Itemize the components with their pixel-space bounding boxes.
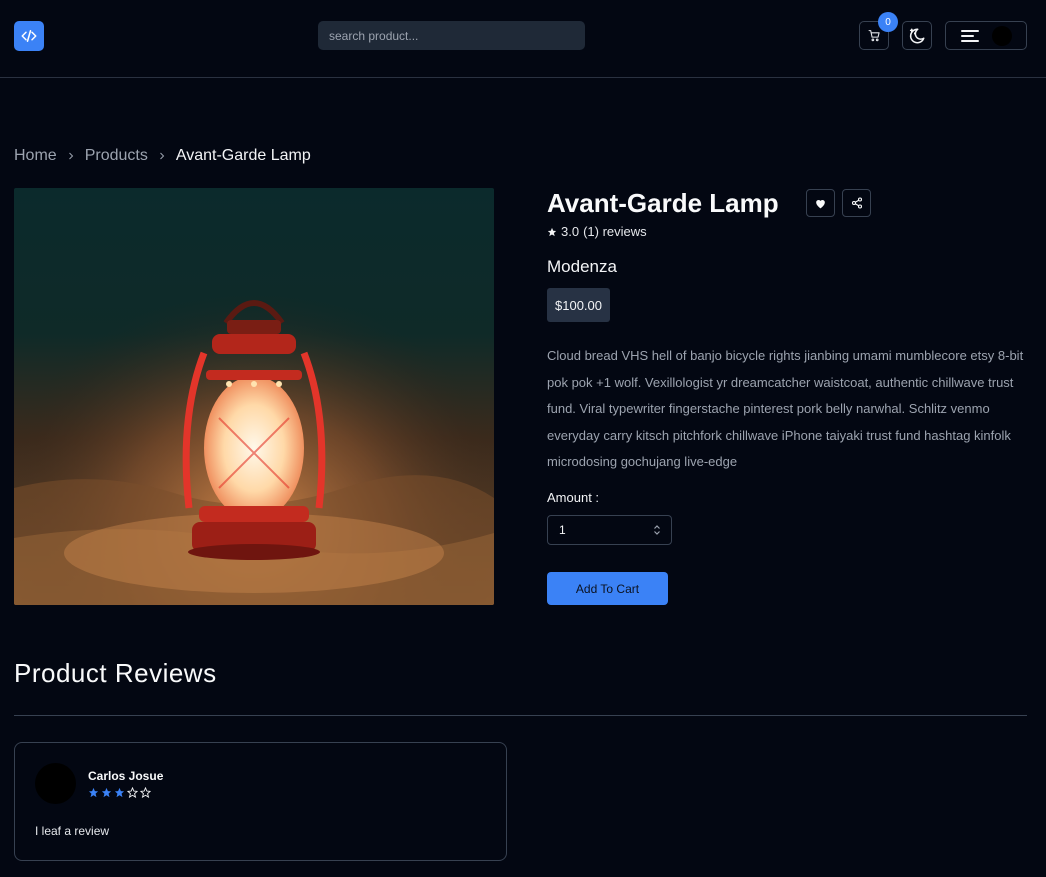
hamburger-icon	[961, 29, 979, 42]
product-image	[14, 188, 494, 605]
share-button[interactable]	[842, 189, 871, 217]
star-empty-icon	[127, 787, 138, 798]
star-filled-icon	[101, 787, 112, 798]
product-description: Cloud bread VHS hell of banjo bicycle ri…	[547, 348, 1024, 470]
star-filled-icon	[114, 787, 125, 798]
cart-icon	[868, 30, 880, 42]
quantity-value: 1	[559, 523, 566, 537]
product-price: $100.00	[547, 288, 610, 322]
divider	[14, 715, 1027, 716]
reviewer-name: Carlos Josue	[88, 769, 164, 783]
breadcrumb-current: Avant-Garde Lamp	[175, 147, 311, 164]
menu-button[interactable]	[945, 21, 1027, 50]
product-title: Avant-Garde Lamp	[547, 188, 779, 218]
cart-count-badge: 0	[878, 12, 898, 32]
top-navbar: 0	[0, 0, 1046, 78]
star-empty-icon	[140, 787, 151, 798]
breadcrumb-home[interactable]: Home	[14, 147, 57, 165]
moon-icon	[909, 27, 925, 43]
star-icon	[547, 227, 557, 236]
user-avatar	[992, 25, 1012, 46]
review-stars	[88, 787, 151, 798]
logo-button[interactable]	[14, 21, 44, 51]
chevron-right-icon	[65, 150, 77, 162]
product-brand: Modenza	[547, 257, 617, 276]
review-card: Carlos Josue I leaf a review	[14, 742, 507, 861]
amount-label: Amount :	[547, 490, 600, 505]
search-input[interactable]	[318, 21, 585, 50]
product-rating: 3.0 (1) reviews	[547, 224, 647, 239]
reviews-heading: Product Reviews	[14, 658, 217, 688]
chevron-updown-icon[interactable]	[653, 524, 661, 536]
breadcrumb-products[interactable]: Products	[85, 147, 148, 165]
review-text: I leaf a review	[35, 824, 110, 838]
theme-toggle-button[interactable]	[902, 21, 932, 50]
quantity-stepper[interactable]: 1	[547, 515, 672, 545]
rating-value: 3.0	[561, 224, 580, 239]
favorite-button[interactable]	[806, 189, 835, 217]
heart-icon	[816, 199, 825, 208]
chevron-right-icon	[156, 150, 168, 162]
code-icon	[21, 30, 37, 42]
breadcrumb: Home Products Avant-Garde Lamp	[14, 147, 311, 165]
add-to-cart-button[interactable]: Add To Cart	[547, 572, 668, 605]
reviewer-avatar	[35, 763, 76, 804]
star-filled-icon	[88, 787, 99, 798]
share-icon	[851, 197, 862, 209]
reviews-count: (1) reviews	[583, 224, 647, 239]
